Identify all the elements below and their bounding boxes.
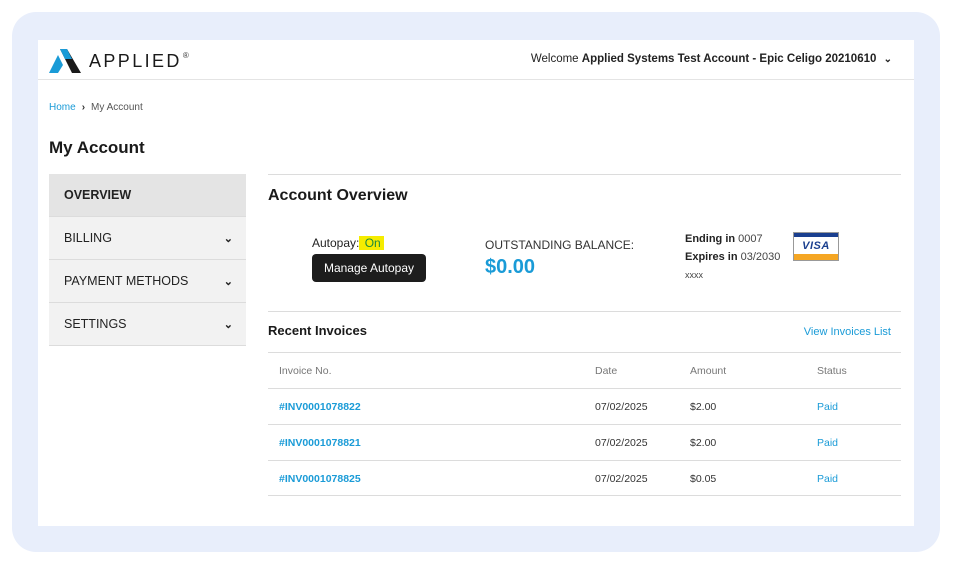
invoice-amount: $2.00	[690, 437, 717, 449]
invoice-date: 07/02/2025	[595, 437, 648, 449]
table-row: #INV0001078825 07/02/2025 $0.05 Paid	[268, 460, 901, 496]
column-header: Date	[595, 365, 618, 377]
autopay-label: Autopay:	[312, 236, 360, 250]
applied-logo-icon	[49, 49, 81, 73]
sidebar-item-label: BILLING	[64, 231, 112, 245]
invoice-status: Paid	[817, 473, 839, 485]
sidebar-item-label: OVERVIEW	[64, 188, 132, 202]
table-header-row: Invoice No. Date Amount Status	[268, 352, 901, 388]
page-title: My Account	[49, 138, 145, 157]
account-name: Applied Systems Test Account - Epic Celi…	[581, 53, 877, 65]
column-header: Invoice No.	[279, 365, 332, 377]
manage-autopay-button[interactable]: Manage Autopay	[312, 254, 426, 282]
chevron-down-icon[interactable]: ⌄	[224, 318, 233, 331]
recent-invoices-title: Recent Invoices	[268, 323, 367, 338]
autopay-status: Autopay: On	[312, 236, 384, 250]
section-title: Account Overview	[268, 187, 408, 204]
breadcrumb-current: My Account	[91, 102, 143, 113]
sidebar-item-label: SETTINGS	[64, 317, 127, 331]
invoice-link[interactable]: #INV0001078821	[279, 437, 361, 449]
chevron-right-icon: ›	[81, 102, 86, 113]
card-ending-value: 0007	[738, 233, 763, 245]
welcome-prefix: Welcome	[530, 53, 579, 65]
divider	[268, 311, 901, 312]
breadcrumb: Home › My Account	[49, 102, 143, 113]
invoice-link[interactable]: #INV0001078825	[279, 473, 361, 485]
invoices-table: Invoice No. Date Amount Status #INV00010…	[268, 352, 901, 496]
sidebar-item-settings[interactable]: SETTINGS ⌄	[49, 303, 246, 346]
invoice-amount: $0.05	[690, 473, 717, 485]
invoice-link[interactable]: #INV0001078822	[279, 401, 361, 413]
chevron-down-icon[interactable]: ⌄	[884, 54, 892, 65]
table-row: #INV0001078822 07/02/2025 $2.00 Paid	[268, 388, 901, 424]
card-info: Ending in 0007 Expires in 03/2030 xxxx	[685, 230, 780, 284]
card-expires-value: 03/2030	[740, 251, 781, 263]
sidebar-item-label: PAYMENT METHODS	[64, 274, 189, 288]
visa-logo-text: VISA	[802, 239, 830, 252]
sidebar-item-overview[interactable]: OVERVIEW	[49, 174, 246, 217]
view-invoices-list-link[interactable]: View Invoices List	[804, 326, 891, 338]
balance-value: $0.00	[485, 256, 536, 278]
table-row: #INV0001078821 07/02/2025 $2.00 Paid	[268, 424, 901, 460]
invoice-date: 07/02/2025	[595, 401, 648, 413]
chevron-down-icon[interactable]: ⌄	[224, 275, 233, 288]
sidebar-item-billing[interactable]: BILLING ⌄	[49, 217, 246, 260]
invoice-amount: $2.00	[690, 401, 717, 413]
top-header: APPLIED® Welcome Applied Systems Test Ac…	[38, 40, 914, 80]
sidebar-item-payment-methods[interactable]: PAYMENT METHODS ⌄	[49, 260, 246, 303]
card-expires-label: Expires in	[685, 251, 738, 263]
column-header: Amount	[690, 365, 727, 377]
column-header: Status	[817, 365, 847, 377]
logo-text: APPLIED®	[89, 50, 189, 71]
applied-logo[interactable]: APPLIED®	[49, 49, 189, 73]
card-ending-label: Ending in	[685, 233, 736, 245]
divider	[268, 174, 901, 175]
account-panel: APPLIED® Welcome Applied Systems Test Ac…	[38, 40, 914, 526]
invoice-status: Paid	[817, 401, 839, 413]
balance-label: OUTSTANDING BALANCE:	[485, 238, 635, 252]
autopay-value: On	[359, 236, 384, 250]
chevron-down-icon[interactable]: ⌄	[224, 232, 233, 245]
visa-card-icon: VISA	[793, 232, 839, 261]
invoice-status: Paid	[817, 437, 839, 449]
account-menu[interactable]: Welcome Applied Systems Test Account - E…	[531, 53, 892, 65]
card-mask: xxxx	[685, 270, 703, 280]
sidebar: OVERVIEW BILLING ⌄ PAYMENT METHODS ⌄ SET…	[49, 174, 246, 346]
invoice-date: 07/02/2025	[595, 473, 648, 485]
breadcrumb-home-link[interactable]: Home	[49, 102, 76, 113]
